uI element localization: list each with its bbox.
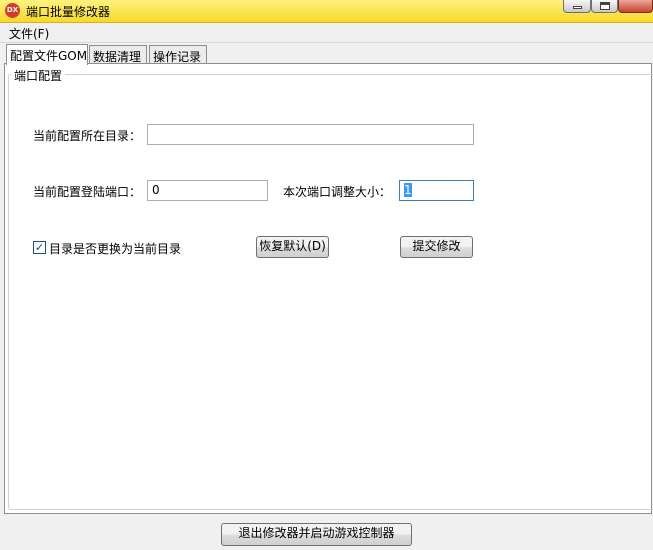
menu-bar: 文件(F): [0, 23, 653, 43]
app-icon: DX: [5, 3, 20, 18]
tab-data-cleanup[interactable]: 数据清理: [89, 45, 147, 64]
adjust-size-label: 本次端口调整大小：: [283, 185, 392, 199]
bottom-bar: 退出修改器并启动游戏控制器: [0, 514, 653, 550]
tab-panel: 端口配置 当前配置所在目录： 当前配置登陆端口： 0 本次端口调整大小： 1 ✓…: [4, 63, 653, 514]
exit-and-launch-button[interactable]: 退出修改器并启动游戏控制器: [221, 523, 412, 546]
restore-default-button[interactable]: 恢复默认(D): [256, 236, 329, 258]
group-title: 端口配置: [11, 67, 66, 84]
tab-strip: 配置文件GOM 数据清理 操作记录: [0, 44, 653, 65]
close-button[interactable]: [618, 0, 653, 13]
adjust-size-input[interactable]: 1: [399, 180, 474, 201]
use-current-dir-checkbox[interactable]: ✓: [33, 241, 46, 254]
tab-operation-log[interactable]: 操作记录: [149, 45, 207, 64]
maximize-button[interactable]: [591, 0, 618, 13]
config-dir-label: 当前配置所在目录：: [33, 129, 142, 143]
minimize-icon: [573, 6, 582, 9]
config-dir-input[interactable]: [147, 124, 474, 145]
tab-config-gom[interactable]: 配置文件GOM: [6, 44, 88, 65]
adjust-size-value: 1: [404, 183, 412, 197]
login-port-label: 当前配置登陆端口：: [33, 185, 142, 199]
title-bar: DX 端口批量修改器: [0, 0, 653, 23]
menu-file[interactable]: 文件(F): [9, 25, 49, 42]
login-port-input[interactable]: 0: [147, 180, 268, 201]
minimize-button[interactable]: [563, 0, 591, 13]
maximize-icon: [600, 2, 610, 10]
window-title: 端口批量修改器: [26, 5, 111, 19]
submit-changes-button[interactable]: 提交修改: [400, 236, 473, 258]
use-current-dir-label[interactable]: 目录是否更换为当前目录: [49, 240, 181, 257]
